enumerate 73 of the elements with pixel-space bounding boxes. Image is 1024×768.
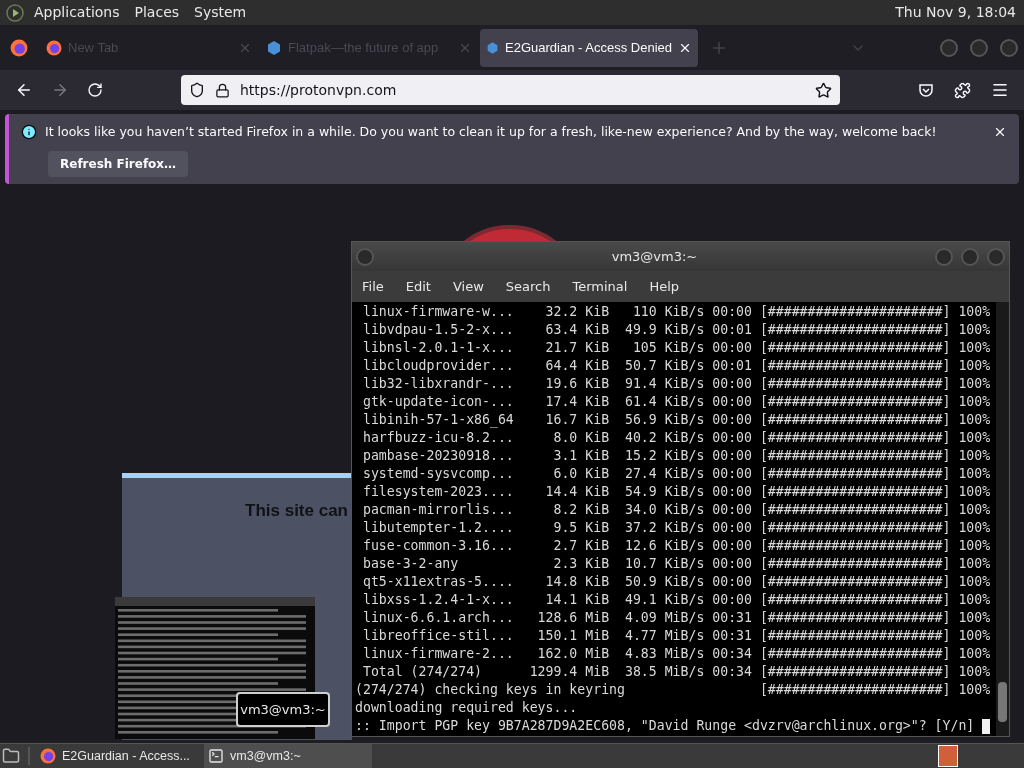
taskbar-label: E2Guardian - Access... [62, 747, 190, 765]
refresh-firefox-button[interactable]: Refresh Firefox… [48, 150, 189, 177]
menu-item[interactable]: Search [505, 276, 551, 297]
firefox-menu-icon [10, 38, 28, 57]
terminal-line: :: Import PGP key 9B7A287D9A2EC608, "David Runge <dvzrv@archlinux.org>"? [Y/n] [355, 717, 975, 735]
url-field[interactable]: https://protonvpn.com [180, 75, 841, 105]
panel-menu[interactable]: Applications [34, 2, 120, 23]
terminal-line: (274/274) checking keys in keyring [######################] 100% [355, 681, 991, 699]
panel-clock: Thu Nov 9, 18:04 [895, 3, 1016, 22]
scroll-thumb[interactable] [998, 682, 1007, 722]
panel-menu[interactable]: System [194, 2, 247, 23]
tooltip-text: vm3@vm3:~ [240, 700, 326, 719]
terminal-line: filesystem-2023.... 14.4 KiB 54.9 KiB/s 00:00 [######################] 100% [361, 483, 991, 501]
terminal-line: lib32-libxrandr-... 19.6 KiB 91.4 KiB/s 00:00 [######################] 100% [361, 375, 991, 393]
terminal-line: harfbuzz-icu-8.2... 8.0 KiB 40.2 KiB/s 00:00 [######################] 100% [361, 429, 991, 447]
scrollbar[interactable] [996, 302, 1009, 736]
terminal-line: systemd-sysvcomp... 6.0 KiB 27.4 KiB/s 00:00 [######################] 100% [361, 465, 991, 483]
notification-message: It looks like you haven’t started Firefox in a while. Do you want to clean it up for a fresh, like-new experience? And by the way, welcome back! [45, 123, 937, 141]
menu-item[interactable]: Edit [405, 276, 431, 297]
terminal-line: pacman-mirrorlis... 8.2 KiB 34.0 KiB/s 00:00 [######################] 100% [361, 501, 991, 519]
terminal-line: pambase-20230918... 3.1 KiB 15.2 KiB/s 00:00 [######################] 100% [361, 447, 991, 465]
terminal-line: libreoffice-stil... 150.1 MiB 4.77 MiB/s 00:31 [######################] 100% [361, 627, 991, 645]
taskbar-item[interactable]: E2Guardian - Access... [36, 743, 204, 768]
lock-icon [214, 82, 230, 98]
terminal-line: gtk-update-icon-... 17.4 KiB 61.4 KiB/s 00:00 [######################] 100% [361, 393, 991, 411]
back-icon[interactable] [15, 81, 33, 99]
terminal-line: libxss-1.2.4-1-x... 14.1 KiB 49.1 KiB/s 00:00 [######################] 100% [361, 591, 991, 609]
text-cursor [982, 718, 991, 734]
menu-icon[interactable] [991, 81, 1009, 99]
window-button[interactable] [1000, 38, 1018, 57]
tab-title: E2Guardian - Access Denied [505, 38, 672, 57]
terminal-line: linux-6.6.1.arch... 128.6 MiB 4.09 MiB/s 00:31 [######################] 100% [361, 609, 991, 627]
menu-item[interactable]: Help [649, 276, 680, 297]
menu-item[interactable]: View [452, 276, 484, 297]
terminal-line: libinih-57-1-x86_64 16.7 KiB 56.9 KiB/s 00:00 [######################] 100% [361, 411, 991, 429]
terminal-line: linux-firmware-2... 162.0 MiB 4.83 MiB/s 00:34 [######################] 100% [361, 645, 991, 663]
bookmark-star-icon[interactable] [815, 81, 833, 99]
menu-item[interactable]: Terminal [572, 276, 628, 297]
panel-menu[interactable]: Places [134, 2, 180, 23]
window-button[interactable] [961, 247, 979, 266]
terminal-line: libnsl-2.0.1-1-x... 21.7 KiB 105 KiB/s 00:00 [######################] 100% [361, 339, 991, 357]
terminal-line: base-3-2-any 2.3 KiB 10.7 KiB/s 00:00 [######################] 100% [361, 555, 991, 573]
url-text: https://protonvpn.com [239, 80, 397, 100]
taskbar-item[interactable]: vm3@vm3:~ [204, 743, 372, 768]
terminal-icon [208, 748, 224, 764]
terminal-line: libvdpau-1.5-2-x... 63.4 KiB 49.9 KiB/s 00:01 [######################] 100% [361, 321, 991, 339]
terminal-line: libcloudprovider... 64.4 KiB 50.7 KiB/s 00:01 [######################] 100% [361, 357, 991, 375]
browser-tab[interactable]: E2Guardian - Access Denied [480, 28, 698, 67]
firefox-icon [46, 39, 62, 56]
firefox-icon [40, 748, 56, 764]
shield-icon[interactable] [188, 82, 205, 98]
terminal-line: libutempter-1.2.... 9.5 KiB 37.2 KiB/s 00:00 [######################] 100% [361, 519, 991, 537]
folder-icon[interactable] [2, 747, 20, 765]
terminal-line: qt5-x11extras-5.... 14.8 KiB 50.9 KiB/s 00:00 [######################] 100% [361, 573, 991, 591]
terminal-line: fuse-common-3.16... 2.7 KiB 12.6 KiB/s 00:00 [######################] 100% [361, 537, 991, 555]
window-button[interactable] [935, 247, 953, 266]
error-heading: This site can [245, 500, 348, 520]
window-button[interactable] [356, 247, 374, 266]
info-icon [21, 124, 37, 141]
taskbar-label: vm3@vm3:~ [230, 747, 301, 765]
window-button[interactable] [940, 38, 958, 57]
window-title: vm3@vm3:~ [610, 247, 699, 266]
window-button[interactable] [970, 38, 988, 57]
workspace-switcher[interactable] [938, 745, 958, 767]
terminal-line: downloading required keys... [355, 699, 578, 717]
play-logo-icon[interactable] [6, 3, 24, 22]
terminal-line: linux-firmware-w... 32.2 KiB 110 KiB/s 00:00 [######################] 100% [361, 303, 991, 321]
pocket-icon[interactable] [918, 82, 935, 98]
reload-icon[interactable] [86, 82, 103, 98]
window-button[interactable] [987, 247, 1005, 266]
extensions-icon[interactable] [954, 81, 972, 99]
terminal-line: Total (274/274) 1299.4 MiB 38.5 MiB/s 00:34 [######################] 100% [361, 663, 991, 681]
menu-item[interactable]: File [362, 276, 384, 297]
